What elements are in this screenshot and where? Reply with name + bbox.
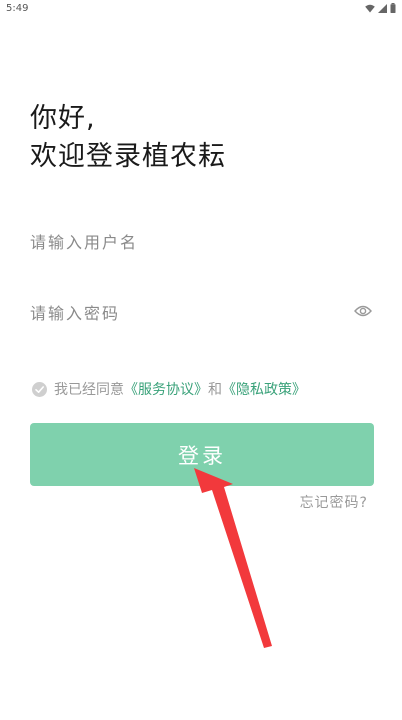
password-field[interactable] bbox=[30, 296, 372, 330]
service-agreement-link[interactable]: 《服务协议》 bbox=[124, 379, 208, 399]
signal-icon bbox=[378, 3, 387, 13]
agreement-prefix: 我已经同意 bbox=[54, 382, 124, 398]
forgot-password-link[interactable]: 忘记密码? bbox=[300, 492, 368, 512]
agreement-checkbox-icon[interactable] bbox=[32, 381, 47, 397]
password-input[interactable] bbox=[30, 303, 372, 323]
red-arrow-shape bbox=[194, 468, 272, 648]
agreement-row: 我已经同意 《服务协议》 和 《隐私政策》 bbox=[32, 379, 306, 399]
greeting-line-welcome: 欢迎登录植农耘 bbox=[30, 141, 226, 172]
status-bar: 5:49 bbox=[0, 0, 402, 16]
wifi-icon bbox=[365, 4, 375, 12]
login-button[interactable]: 登录 bbox=[30, 423, 374, 486]
eye-icon[interactable] bbox=[354, 304, 372, 318]
battery-icon bbox=[390, 3, 396, 13]
username-input[interactable] bbox=[30, 232, 372, 252]
greeting-line-hello: 你好, bbox=[30, 103, 96, 134]
greeting: 你好, 欢迎登录植农耘 bbox=[30, 100, 226, 176]
status-icons bbox=[365, 3, 396, 13]
privacy-policy-link[interactable]: 《隐私政策》 bbox=[222, 379, 306, 399]
status-time: 5:49 bbox=[6, 2, 29, 14]
username-field[interactable] bbox=[30, 225, 372, 259]
agreement-and: 和 bbox=[208, 382, 222, 398]
